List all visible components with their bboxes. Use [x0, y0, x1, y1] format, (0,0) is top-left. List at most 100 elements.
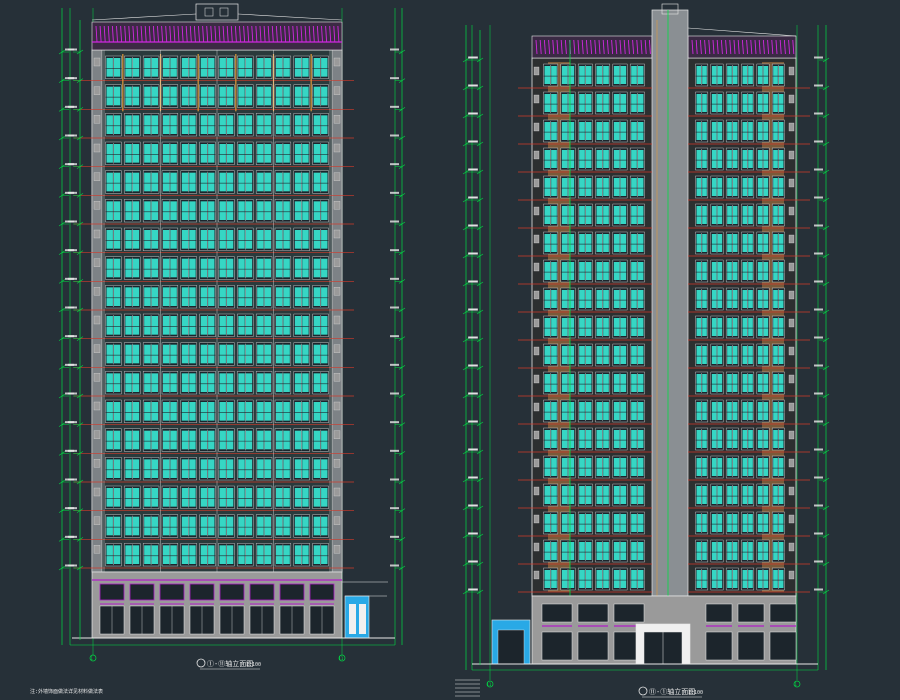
window-glass [778, 66, 784, 84]
window-glass [763, 402, 769, 420]
window-glass [238, 545, 245, 564]
window-glass [637, 178, 644, 196]
edge-balcony [788, 514, 795, 524]
window-glass [208, 459, 215, 478]
right-elevation-title-block: ⑪-①轴立面图 1:100 [638, 686, 703, 698]
window-glass [257, 344, 264, 364]
window-glass [276, 172, 283, 192]
window-glass [544, 570, 551, 588]
window-glass [742, 318, 748, 336]
dimension-text-mark [468, 364, 477, 367]
edge-balcony [788, 178, 795, 188]
edge-balcony [533, 486, 540, 496]
window-glass [294, 172, 302, 192]
podium-window [129, 583, 155, 601]
window-glass [732, 486, 738, 504]
window-glass [631, 290, 637, 308]
window-glass [603, 122, 609, 140]
pier-balcony [333, 315, 341, 325]
pier-balcony [93, 201, 101, 210]
window-glass [170, 86, 177, 106]
window-glass [631, 150, 637, 168]
window-glass [579, 290, 585, 308]
window-glass [189, 459, 196, 478]
window-glass [144, 402, 151, 421]
window-glass [613, 458, 620, 476]
window-glass [106, 373, 113, 392]
window-glass [170, 144, 177, 163]
window-glass [283, 258, 290, 278]
window-glass [106, 115, 113, 134]
window-glass [757, 458, 763, 476]
dimension-text-mark [68, 363, 77, 366]
window-glass [189, 488, 196, 507]
window-glass [757, 234, 763, 252]
window-glass [200, 316, 208, 335]
window-glass [585, 178, 592, 196]
window-glass [200, 144, 208, 163]
window-glass [144, 459, 151, 478]
shopfront [577, 631, 609, 661]
window-glass [637, 374, 644, 392]
window-glass [757, 374, 763, 392]
window-glass [189, 402, 196, 421]
window-glass [613, 542, 620, 560]
window-glass [631, 262, 637, 280]
window-glass [596, 402, 603, 420]
window-glass [276, 459, 283, 478]
window-glass [620, 542, 627, 560]
window-glass [579, 514, 585, 532]
window-glass [125, 344, 132, 364]
window-glass [711, 94, 717, 112]
podium-window [309, 583, 335, 601]
window-glass [742, 234, 748, 252]
window-glass [144, 373, 151, 392]
window-glass [727, 262, 732, 280]
window-glass [200, 115, 208, 134]
window-glass [579, 122, 585, 140]
window-glass [238, 373, 245, 392]
window-glass [113, 258, 121, 278]
window-glass [568, 234, 575, 252]
edge-balcony [788, 94, 795, 104]
window-glass [620, 570, 627, 588]
window-glass [585, 458, 592, 476]
window-glass [283, 144, 290, 163]
edge-balcony [788, 346, 795, 356]
window-glass [757, 402, 763, 420]
dimension-text-mark [68, 535, 77, 538]
window-glass [132, 459, 140, 478]
window-glass [579, 66, 585, 84]
window-glass [219, 172, 226, 192]
window-glass [257, 144, 264, 163]
dimension-text-mark [814, 364, 823, 367]
window-glass [637, 262, 644, 280]
window-glass [276, 545, 283, 564]
window-glass [702, 290, 707, 308]
window-glass [544, 514, 551, 532]
window-glass [742, 542, 748, 560]
window-glass [264, 516, 271, 536]
window-glass [742, 374, 748, 392]
window-glass [294, 344, 302, 364]
pier-balcony [93, 315, 101, 325]
window-glass [200, 545, 208, 564]
window-glass [226, 545, 234, 564]
left-elevation-scale: 1:100 [246, 662, 261, 668]
window-glass [219, 459, 226, 478]
pier-balcony [333, 373, 341, 382]
window-glass [113, 58, 121, 77]
window-glass [596, 262, 603, 280]
window-glass [283, 316, 290, 335]
window-glass [637, 122, 644, 140]
window-glass [283, 230, 290, 249]
window-glass [163, 516, 170, 536]
window-glass [321, 430, 328, 450]
window-glass [696, 346, 702, 364]
window-glass [568, 206, 575, 224]
window-glass [226, 144, 234, 163]
window-glass [302, 58, 309, 77]
window-glass [245, 258, 253, 278]
podium-window [541, 603, 573, 623]
window-glass [125, 58, 132, 77]
